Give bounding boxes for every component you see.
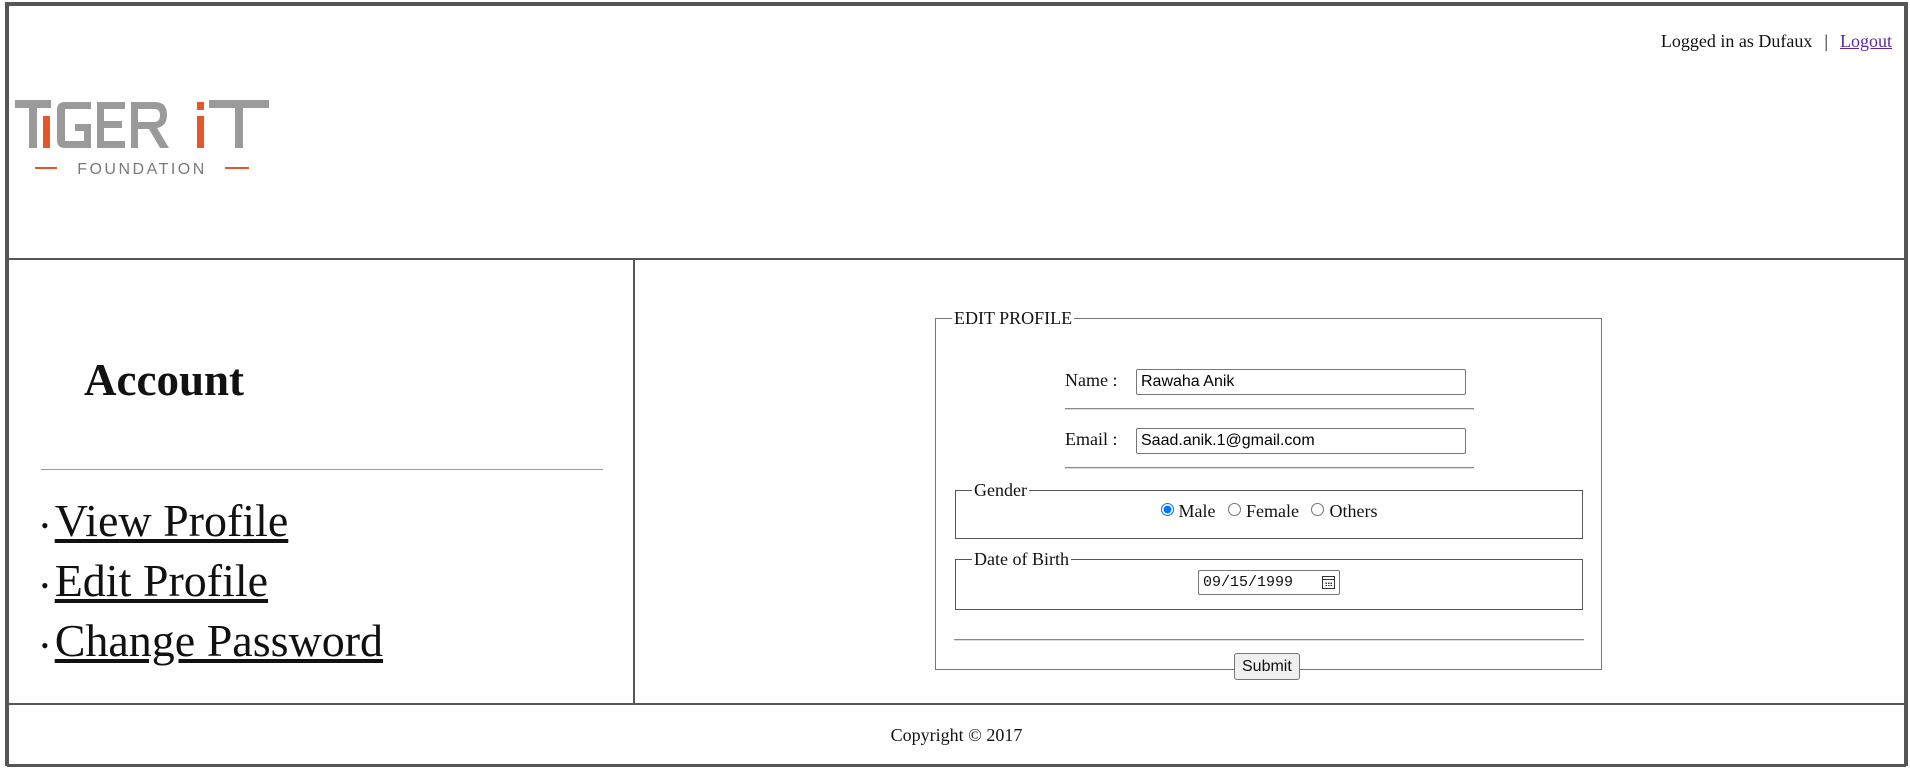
calendar-icon[interactable] (1322, 576, 1335, 589)
form-divider (954, 639, 1584, 641)
sidebar-nav: • View Profile • Edit Profile • Change Pass… (41, 493, 383, 673)
form-legend: EDIT PROFILE (954, 308, 1073, 328)
logo-subtext: FOUNDATION (77, 161, 207, 178)
gender-option-female: Female (1228, 501, 1299, 521)
name-divider (1065, 408, 1474, 410)
male-label: Male (1178, 501, 1216, 521)
name-row: Name : (1065, 369, 1466, 395)
dob-input[interactable]: 09/15/1999 (1198, 570, 1340, 595)
gender-option-others: Others (1311, 501, 1377, 521)
login-separator: | (1824, 31, 1828, 51)
view-profile-link[interactable]: View Profile (55, 495, 289, 546)
bullet-icon: • (41, 632, 49, 658)
header: Logged in as Dufaux | Logout FOUNDATION (7, 4, 1906, 260)
gender-fieldset: Gender Male Female Others (955, 480, 1583, 539)
email-input[interactable] (1136, 428, 1466, 454)
footer: Copyright © 2017 (7, 703, 1906, 767)
bullet-icon: • (41, 512, 49, 538)
female-radio[interactable] (1228, 503, 1241, 516)
male-radio[interactable] (1160, 503, 1174, 516)
name-input[interactable] (1136, 369, 1466, 395)
others-radio[interactable] (1311, 503, 1325, 516)
sidebar-title: Account (84, 355, 244, 405)
email-divider (1065, 467, 1474, 469)
dob-fieldset: Date of Birth 09/15/1999 (955, 549, 1583, 610)
logout-link[interactable]: Logout (1840, 31, 1892, 51)
sidebar-item-change-password: • Change Password (41, 613, 383, 673)
others-label: Others (1329, 501, 1378, 521)
logo-wordmark (15, 100, 269, 148)
login-bar: Logged in as Dufaux | Logout (1661, 31, 1892, 52)
gender-option-male: Male (1160, 501, 1216, 521)
main-content: EDIT PROFILE Name : Email : Gender Male … (633, 258, 1906, 705)
gender-legend: Gender (974, 480, 1027, 500)
dob-value: 09/15/1999 (1203, 574, 1294, 591)
female-label: Female (1246, 501, 1299, 521)
email-label: Email : (1065, 429, 1118, 450)
logged-in-text: Logged in as Dufaux (1660, 31, 1813, 51)
layout-table: Logged in as Dufaux | Logout FOUNDATION … (7, 4, 1906, 767)
sidebar: Account • View Profile • Edit Profile • Cha… (7, 258, 635, 705)
name-label: Name : (1065, 370, 1118, 391)
dob-legend: Date of Birth (974, 549, 1069, 569)
email-row: Email : (1065, 428, 1466, 454)
change-password-link[interactable]: Change Password (55, 615, 383, 666)
submit-button[interactable]: Submit (1234, 653, 1300, 680)
edit-profile-form: EDIT PROFILE Name : Email : Gender Male … (935, 308, 1602, 680)
page-frame: Logged in as Dufaux | Logout FOUNDATION … (5, 2, 1908, 767)
tiger-it-foundation-logo: FOUNDATION (15, 100, 269, 178)
sidebar-item-edit-profile: • Edit Profile (41, 553, 383, 613)
sidebar-divider (41, 469, 603, 470)
copyright-text: Copyright © 2017 (890, 724, 1023, 745)
sidebar-item-view-profile: • View Profile (41, 493, 383, 553)
edit-profile-link[interactable]: Edit Profile (55, 555, 268, 606)
bullet-icon: • (41, 572, 49, 598)
